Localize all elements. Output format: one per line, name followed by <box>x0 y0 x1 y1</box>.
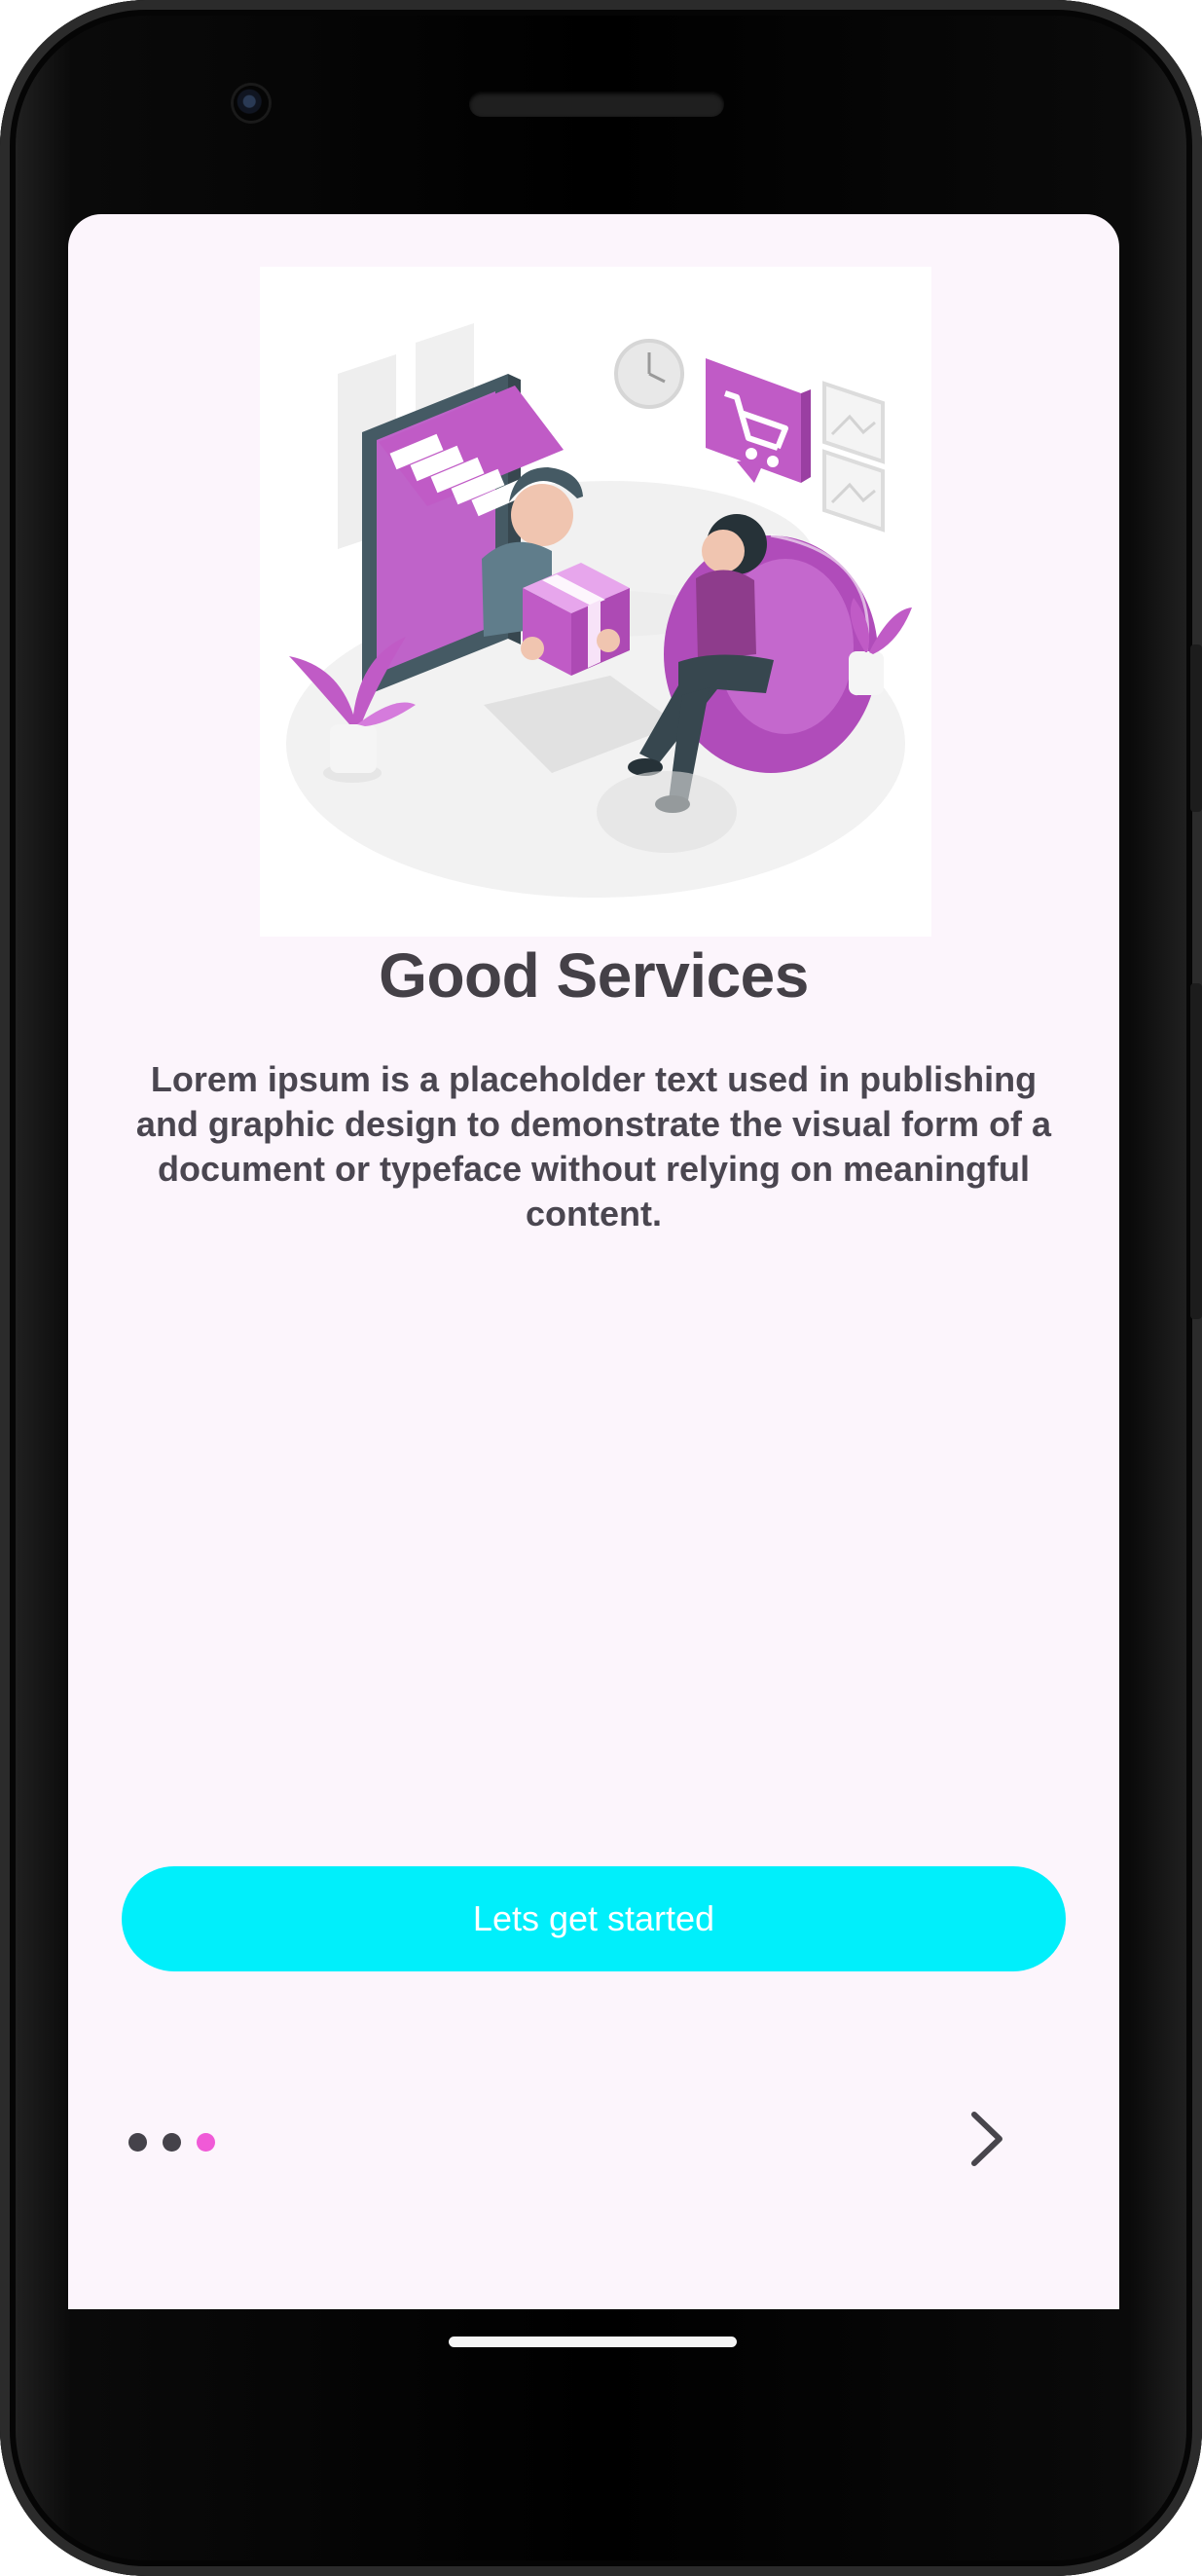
onboarding-title: Good Services <box>379 940 809 1011</box>
page-indicator <box>128 2132 215 2152</box>
page-dot-3-active[interactable] <box>197 2132 215 2152</box>
power-button <box>1190 644 1202 812</box>
chevron-right-icon <box>971 2112 1002 2166</box>
home-indicator[interactable] <box>449 2337 737 2347</box>
get-started-button[interactable]: Lets get started <box>122 1866 1066 1971</box>
next-button[interactable] <box>944 2095 1032 2183</box>
front-camera-icon <box>234 86 269 121</box>
page-dot-2[interactable] <box>163 2132 181 2152</box>
hero-illustration <box>260 267 931 937</box>
page-dot-1[interactable] <box>128 2132 147 2152</box>
earpiece-speaker <box>469 92 724 117</box>
volume-button <box>1190 983 1202 1319</box>
onboarding-screen: Good Services Lorem ipsum is a placehold… <box>68 214 1119 2309</box>
onboarding-description: Lorem ipsum is a placeholder text used i… <box>135 1059 1052 1233</box>
